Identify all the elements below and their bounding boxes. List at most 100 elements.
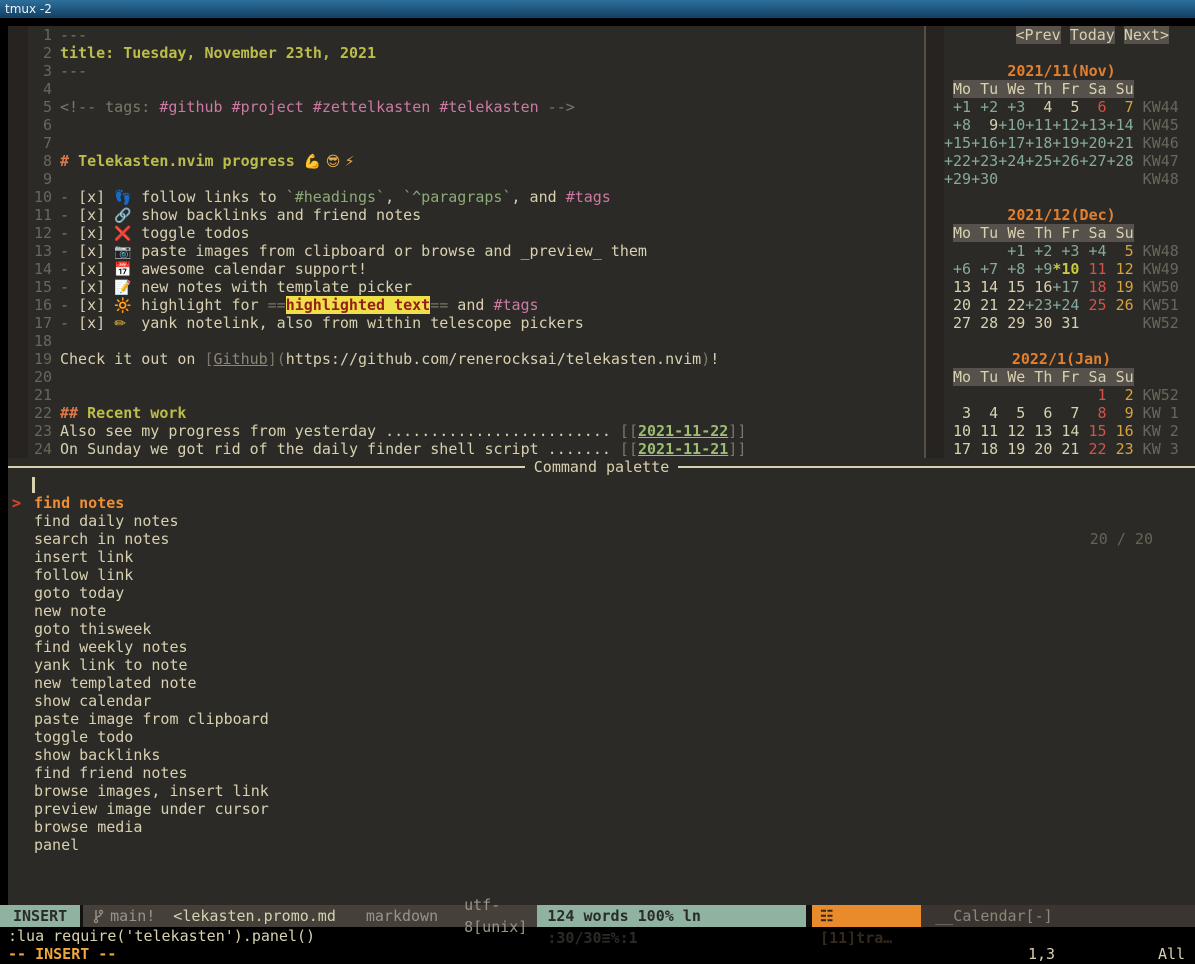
calendar-day-cell[interactable]: +27 xyxy=(1079,152,1106,170)
calendar-day-cell[interactable]: +14 xyxy=(1107,116,1134,134)
editor-line[interactable]: 11- [x] 🔗 show backlinks and friend note… xyxy=(8,206,924,224)
palette-item[interactable]: show backlinks xyxy=(8,746,1195,764)
calendar-day-cell[interactable] xyxy=(971,386,998,404)
calendar-day-cell[interactable]: 8 xyxy=(1079,404,1106,422)
calendar-day-cell[interactable] xyxy=(1052,170,1079,188)
calendar-day-cell[interactable]: 18 xyxy=(1079,278,1106,296)
palette-item[interactable]: new templated note xyxy=(8,674,1195,692)
calendar-day-cell[interactable]: +1 xyxy=(944,98,971,116)
calendar-day-cell[interactable]: 11 xyxy=(971,422,998,440)
calendar-day-cell[interactable]: 22 xyxy=(1079,440,1106,458)
calendar-day-cell[interactable]: 7 xyxy=(1107,98,1134,116)
calendar-day-cell[interactable]: +10 xyxy=(998,116,1025,134)
editor-line[interactable]: 18 xyxy=(8,332,924,350)
palette-item[interactable]: yank link to note xyxy=(8,656,1195,674)
calendar-day-cell[interactable]: 9 xyxy=(1107,404,1134,422)
calendar-day-cell[interactable]: +29 xyxy=(944,170,971,188)
calendar-day-cell[interactable]: 15 xyxy=(1079,422,1106,440)
calendar-day-cell[interactable]: +12 xyxy=(1052,116,1079,134)
calendar-day-cell[interactable]: 13 xyxy=(1025,422,1052,440)
calendar-day-cell[interactable]: 18 xyxy=(971,440,998,458)
today-button[interactable]: Today xyxy=(1070,26,1115,44)
tab-indicator[interactable]: ☷ [11]tra… xyxy=(812,905,921,927)
calendar-day-cell[interactable] xyxy=(998,386,1025,404)
calendar-day-cell[interactable]: 23 xyxy=(1107,440,1134,458)
calendar-day-cell[interactable]: 19 xyxy=(998,440,1025,458)
calendar-day-cell[interactable]: +17 xyxy=(998,134,1025,152)
calendar-day-cell[interactable]: +15 xyxy=(944,134,971,152)
calendar-day-cell[interactable]: +26 xyxy=(1052,152,1079,170)
editor-line[interactable]: 4 xyxy=(8,80,924,98)
calendar-day-cell[interactable] xyxy=(1079,170,1106,188)
palette-item[interactable]: insert link xyxy=(8,548,1195,566)
calendar-day-cell[interactable]: +2 xyxy=(971,98,998,116)
editor-line[interactable]: 7 xyxy=(8,134,924,152)
calendar-day-cell[interactable]: +23 xyxy=(971,152,998,170)
tabline-calendar-buffer[interactable]: __Calendar[-] xyxy=(921,905,1195,927)
calendar-day-cell[interactable] xyxy=(971,242,998,260)
calendar-day-cell[interactable]: 29 xyxy=(998,314,1025,332)
palette-item[interactable]: panel xyxy=(8,836,1195,854)
palette-item[interactable]: goto today xyxy=(8,584,1195,602)
calendar-day-cell[interactable]: +23 xyxy=(1025,296,1052,314)
palette-item[interactable]: new note xyxy=(8,602,1195,620)
calendar-day-cell[interactable]: +11 xyxy=(1025,116,1052,134)
calendar-day-cell[interactable]: 31 xyxy=(1052,314,1079,332)
palette-item[interactable]: browse images, insert link xyxy=(8,782,1195,800)
calendar-day-cell[interactable]: +3 xyxy=(1052,242,1079,260)
calendar-day-cell[interactable]: +24 xyxy=(998,152,1025,170)
calendar-day-cell[interactable]: 7 xyxy=(1052,404,1079,422)
calendar-day-cell[interactable]: 22 xyxy=(998,296,1025,314)
calendar-day-cell[interactable]: 12 xyxy=(998,422,1025,440)
calendar-day-cell[interactable]: 26 xyxy=(1107,296,1134,314)
editor-line[interactable]: 12- [x] ❌ toggle todos xyxy=(8,224,924,242)
editor-line[interactable]: 8# Telekasten.nvim progress 💪 😎 ⚡ xyxy=(8,152,924,170)
palette-item[interactable]: find weekly notes xyxy=(8,638,1195,656)
calendar-day-cell[interactable]: +25 xyxy=(1025,152,1052,170)
editor-line[interactable]: 1--- xyxy=(8,26,924,44)
calendar-day-cell[interactable]: +30 xyxy=(971,170,998,188)
palette-item[interactable]: follow link xyxy=(8,566,1195,584)
calendar-day-cell[interactable]: +6 xyxy=(944,260,971,278)
calendar-day-cell[interactable]: 30 xyxy=(1025,314,1052,332)
calendar-day-cell[interactable]: 10 xyxy=(944,422,971,440)
palette-item[interactable]: search in notes xyxy=(8,530,1195,548)
calendar-day-cell[interactable]: +3 xyxy=(998,98,1025,116)
calendar-day-cell[interactable]: +2 xyxy=(1025,242,1052,260)
calendar-day-cell[interactable] xyxy=(944,386,971,404)
editor-line[interactable]: 17- [x] ✏ yank notelink, also from withi… xyxy=(8,314,924,332)
calendar-day-cell[interactable]: 5 xyxy=(1052,98,1079,116)
palette-item[interactable]: show calendar xyxy=(8,692,1195,710)
calendar-day-cell[interactable]: 6 xyxy=(1079,98,1106,116)
calendar-day-cell[interactable]: 5 xyxy=(1107,242,1134,260)
palette-prompt-row[interactable]: > 20 / 20 xyxy=(8,476,1195,494)
calendar-day-cell[interactable]: +24 xyxy=(1052,296,1079,314)
editor-line[interactable]: 6 xyxy=(8,116,924,134)
calendar-day-cell[interactable]: 4 xyxy=(971,404,998,422)
calendar-day-cell[interactable]: +17 xyxy=(1052,278,1079,296)
editor-line[interactable]: 14- [x] 📅 awesome calendar support! xyxy=(8,260,924,278)
calendar-day-cell[interactable]: 2 xyxy=(1107,386,1134,404)
palette-item[interactable]: find friend notes xyxy=(8,764,1195,782)
calendar-day-cell[interactable]: +4 xyxy=(1079,242,1106,260)
calendar-day-cell[interactable]: +7 xyxy=(971,260,998,278)
calendar-day-cell[interactable]: 3 xyxy=(944,404,971,422)
calendar-day-cell[interactable]: 21 xyxy=(971,296,998,314)
calendar-day-cell[interactable]: 19 xyxy=(1107,278,1134,296)
calendar-day-cell[interactable]: 25 xyxy=(1079,296,1106,314)
calendar-day-cell[interactable]: 20 xyxy=(1025,440,1052,458)
editor-line[interactable]: 5<!-- tags: #github #project #zettelkast… xyxy=(8,98,924,116)
calendar-day-cell[interactable]: 17 xyxy=(944,440,971,458)
calendar-day-cell[interactable]: 12 xyxy=(1107,260,1134,278)
command-line[interactable]: :lua require('telekasten').panel() xyxy=(8,927,315,945)
calendar-day-cell[interactable]: +20 xyxy=(1079,134,1106,152)
palette-item[interactable]: goto thisweek xyxy=(8,620,1195,638)
palette-item[interactable]: >find notes xyxy=(8,494,1195,512)
editor-line[interactable]: 2title: Tuesday, November 23th, 2021 xyxy=(8,44,924,62)
calendar-day-cell[interactable]: 16 xyxy=(1025,278,1052,296)
calendar-day-cell[interactable]: 14 xyxy=(971,278,998,296)
editor-line[interactable]: 23Also see my progress from yesterday ..… xyxy=(8,422,924,440)
editor-line[interactable]: 16- [x] 🔆 highlight for ==highlighted te… xyxy=(8,296,924,314)
editor-line[interactable]: 21 xyxy=(8,386,924,404)
calendar-day-cell[interactable] xyxy=(944,242,971,260)
